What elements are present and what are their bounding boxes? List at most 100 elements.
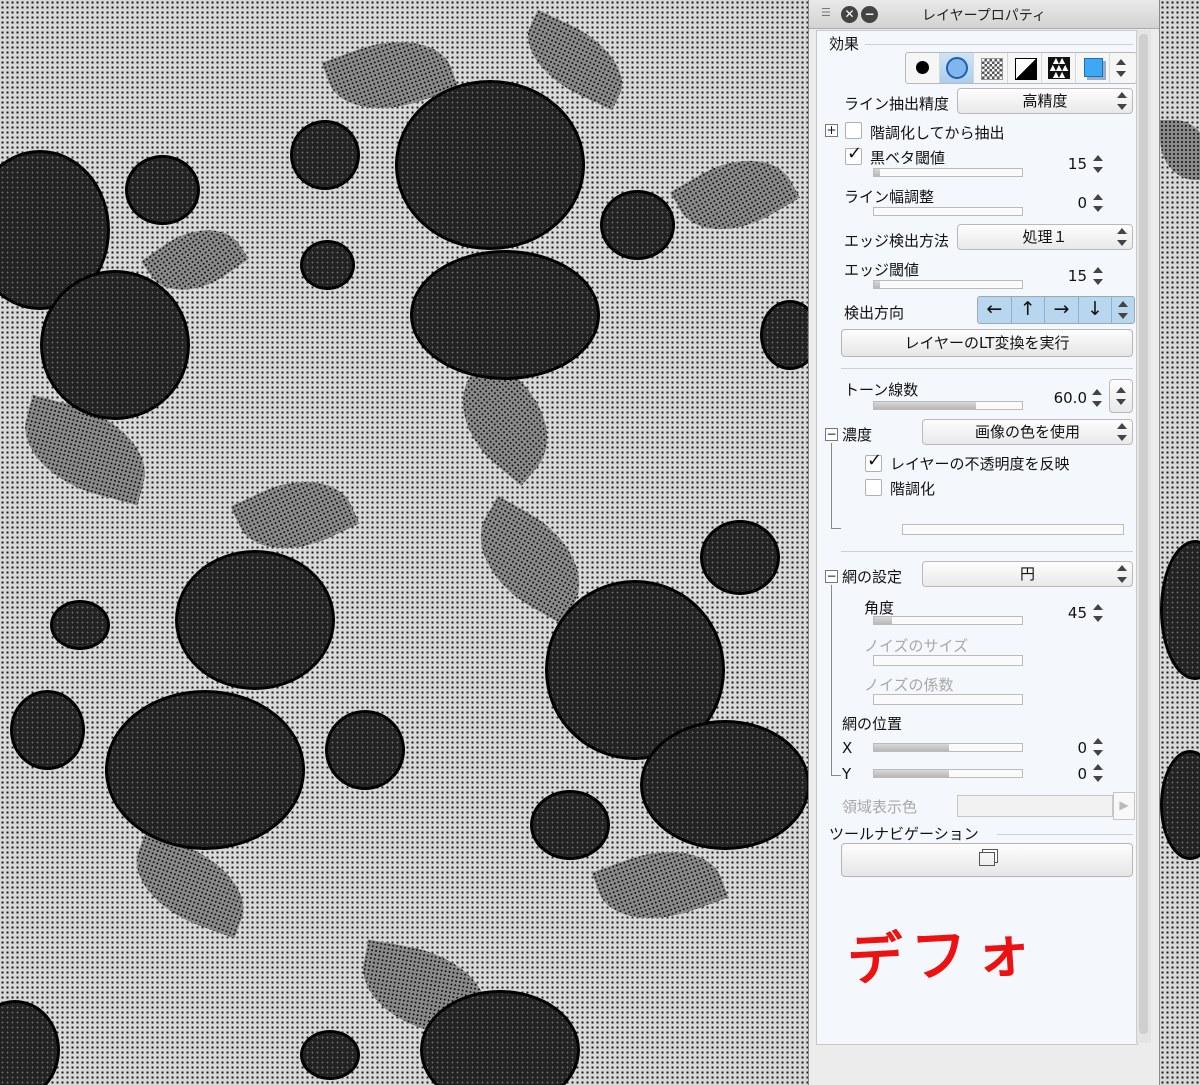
rose-shape bbox=[105, 690, 305, 850]
checker-tone-icon[interactable] bbox=[974, 53, 1008, 83]
black-dot-icon[interactable] bbox=[906, 53, 940, 83]
checkmark-icon: ✓ bbox=[847, 143, 863, 164]
tone-frequency-menu[interactable] bbox=[1109, 379, 1133, 413]
arrow-left-icon[interactable]: ← bbox=[978, 297, 1012, 323]
noise-factor-slider[interactable] bbox=[873, 694, 1023, 705]
expand-plus-icon[interactable]: + bbox=[825, 124, 838, 137]
rose-shape bbox=[10, 690, 85, 770]
tone-frequency-slider[interactable] bbox=[873, 401, 1023, 410]
noise-factor-label: ノイズの係数 bbox=[864, 676, 954, 694]
angle-stepper[interactable] bbox=[1092, 602, 1104, 624]
precision-value: 高精度 bbox=[1022, 92, 1068, 110]
panel-titlebar: ☰ ✕ − レイヤープロパティ bbox=[809, 0, 1159, 29]
black-threshold-slider[interactable] bbox=[873, 168, 1023, 177]
direction-label: 検出方向 bbox=[844, 304, 905, 322]
precision-label: ライン抽出精度 bbox=[844, 95, 950, 113]
density-value: 画像の色を使用 bbox=[974, 423, 1080, 441]
angle-label: 角度 bbox=[864, 599, 895, 617]
x-value[interactable]: 0 bbox=[1037, 739, 1087, 757]
effect-toolbar: ▲▲ ▲▲▲ ▲▲ bbox=[905, 52, 1137, 84]
edge-method-label: エッジ検出方法 bbox=[844, 232, 950, 250]
gradation-extract-checkbox[interactable] bbox=[845, 122, 862, 139]
effect-section-label: 効果 bbox=[829, 35, 860, 53]
rose-shape bbox=[1160, 750, 1200, 860]
rose-shape bbox=[50, 600, 110, 650]
layer-property-panel: ☰ ✕ − レイヤープロパティ 効果 ▲▲ ▲▲▲ ▲▲ ライン抽出精度 高精度 +… bbox=[808, 0, 1160, 1085]
x-slider[interactable] bbox=[873, 743, 1023, 752]
gradation-checkbox[interactable] bbox=[865, 479, 882, 496]
arrow-down-icon[interactable]: ↓ bbox=[1079, 297, 1113, 323]
y-label: Y bbox=[842, 765, 852, 783]
line-width-value[interactable]: 0 bbox=[1037, 194, 1087, 212]
line-width-slider[interactable] bbox=[873, 207, 1023, 216]
area-color-label: 領域表示色 bbox=[842, 798, 918, 816]
color-square-icon[interactable] bbox=[1076, 53, 1110, 83]
black-threshold-value[interactable]: 15 bbox=[1037, 155, 1087, 173]
scrollbar-thumb[interactable] bbox=[1139, 34, 1148, 1034]
gradation-label: 階調化 bbox=[890, 480, 936, 498]
black-threshold-checkbox[interactable]: ✓ bbox=[845, 143, 862, 165]
direction-spin-icon[interactable] bbox=[1112, 297, 1134, 323]
rose-shape bbox=[0, 1000, 60, 1085]
gradation-slider[interactable] bbox=[902, 524, 1124, 535]
divider bbox=[841, 368, 1133, 369]
rose-shape bbox=[325, 710, 405, 790]
y-slider[interactable] bbox=[873, 769, 1023, 778]
y-stepper[interactable] bbox=[1092, 762, 1104, 784]
y-value[interactable]: 0 bbox=[1037, 765, 1087, 783]
edge-threshold-stepper[interactable] bbox=[1092, 265, 1104, 287]
x-label: X bbox=[842, 739, 853, 757]
arrow-up-icon[interactable]: ↑ bbox=[1012, 297, 1046, 323]
rose-shape bbox=[300, 1030, 360, 1080]
canvas-artwork[interactable] bbox=[0, 0, 808, 1085]
arrow-right-icon[interactable]: → bbox=[1045, 297, 1079, 323]
edge-threshold-value[interactable]: 15 bbox=[1037, 267, 1087, 285]
reflect-opacity-label: レイヤーの不透明度を反映 bbox=[890, 455, 1070, 473]
area-color-swatch[interactable] bbox=[957, 795, 1113, 817]
reflect-opacity-checkbox[interactable]: ✓ bbox=[865, 450, 882, 472]
collapse-minus-icon[interactable]: − bbox=[825, 570, 838, 583]
tree-line bbox=[831, 585, 832, 775]
divider bbox=[865, 44, 1133, 45]
chevron-right-icon[interactable]: ▶ bbox=[1113, 792, 1135, 820]
noise-size-label: ノイズのサイズ bbox=[864, 637, 969, 655]
tree-line bbox=[831, 443, 832, 528]
rose-shape bbox=[700, 520, 780, 595]
panel-content: 効果 ▲▲ ▲▲▲ ▲▲ ライン抽出精度 高精度 + 階調化してから抽出 ✓ 黒ベタ… bbox=[816, 30, 1138, 1045]
circle-tone-icon[interactable] bbox=[940, 53, 974, 83]
diagonal-icon[interactable] bbox=[1008, 53, 1042, 83]
screen-select[interactable]: 円 bbox=[922, 561, 1133, 587]
tool-nav-button[interactable] bbox=[841, 843, 1133, 877]
angle-value[interactable]: 45 bbox=[1037, 604, 1087, 622]
edge-threshold-slider[interactable] bbox=[873, 280, 1023, 289]
divider bbox=[997, 834, 1133, 835]
position-label: 網の位置 bbox=[842, 715, 903, 733]
tone-frequency-stepper[interactable] bbox=[1091, 387, 1103, 409]
select-arrows-icon bbox=[1116, 90, 1128, 112]
black-threshold-stepper[interactable] bbox=[1092, 153, 1104, 175]
density-select[interactable]: 画像の色を使用 bbox=[922, 419, 1133, 445]
tone-frequency-value[interactable]: 60.0 bbox=[1037, 389, 1087, 407]
rose-shape bbox=[40, 270, 190, 420]
line-width-stepper[interactable] bbox=[1092, 192, 1104, 214]
effect-spin-icon[interactable] bbox=[1110, 53, 1132, 83]
lt-convert-button[interactable]: レイヤーのLT変換を実行 bbox=[841, 329, 1133, 357]
line-width-label: ライン幅調整 bbox=[844, 188, 935, 206]
triangle-pattern-icon[interactable]: ▲▲ ▲▲▲ ▲▲ bbox=[1042, 53, 1076, 83]
panel-scrollbar[interactable] bbox=[1136, 30, 1151, 1043]
angle-slider[interactable] bbox=[873, 616, 1023, 625]
rose-shape bbox=[410, 250, 600, 380]
noise-size-slider[interactable] bbox=[873, 655, 1023, 666]
canvas-artwork-right[interactable] bbox=[1160, 0, 1200, 1085]
screen-label: 網の設定 bbox=[842, 568, 903, 586]
edge-method-select[interactable]: 処理１ bbox=[957, 224, 1133, 250]
rose-shape bbox=[300, 240, 355, 290]
collapse-minus-icon[interactable]: − bbox=[825, 428, 838, 441]
x-stepper[interactable] bbox=[1092, 736, 1104, 758]
tool-nav-section-label: ツールナビゲーション bbox=[829, 825, 979, 843]
precision-select[interactable]: 高精度 bbox=[957, 88, 1133, 114]
select-arrows-icon bbox=[1116, 226, 1128, 248]
checkmark-icon: ✓ bbox=[867, 450, 883, 471]
divider bbox=[841, 551, 1133, 552]
rose-shape bbox=[290, 120, 360, 190]
